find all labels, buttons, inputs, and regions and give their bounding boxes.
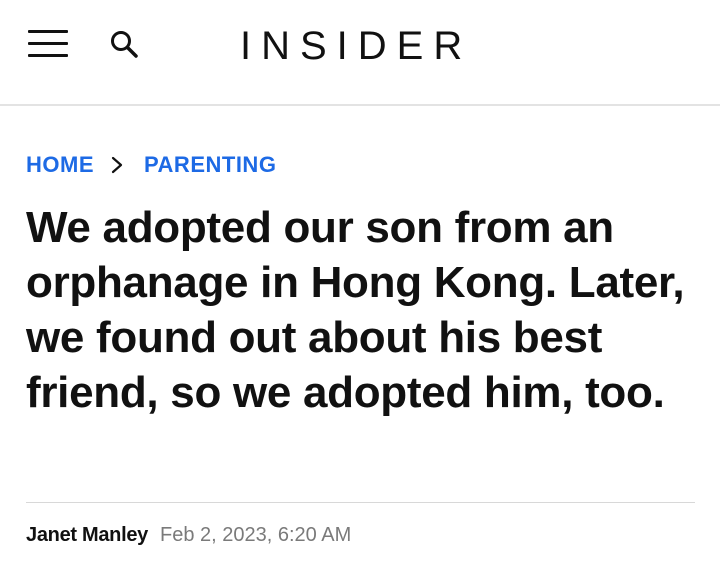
- byline: Janet Manley Feb 2, 2023, 6:20 AM: [26, 524, 351, 547]
- menu-bar: [28, 30, 68, 33]
- publish-date: Feb 2, 2023, 6:20 AM: [160, 524, 352, 546]
- author-name[interactable]: Janet Manley: [26, 524, 148, 547]
- breadcrumb-section-link[interactable]: PARENTING: [144, 152, 276, 178]
- search-icon[interactable]: [108, 28, 140, 60]
- byline-divider: [26, 502, 695, 503]
- site-header: INSIDER: [0, 0, 720, 106]
- chevron-right-icon: [110, 155, 124, 175]
- article-headline: We adopted our son from an orphanage in …: [26, 203, 685, 417]
- hamburger-menu-icon[interactable]: [28, 30, 68, 58]
- breadcrumb-home-link[interactable]: HOME: [26, 152, 94, 178]
- breadcrumb: HOME PARENTING: [26, 152, 276, 178]
- site-logo[interactable]: INSIDER: [240, 24, 472, 68]
- menu-bar: [28, 42, 68, 45]
- menu-bar: [28, 54, 68, 57]
